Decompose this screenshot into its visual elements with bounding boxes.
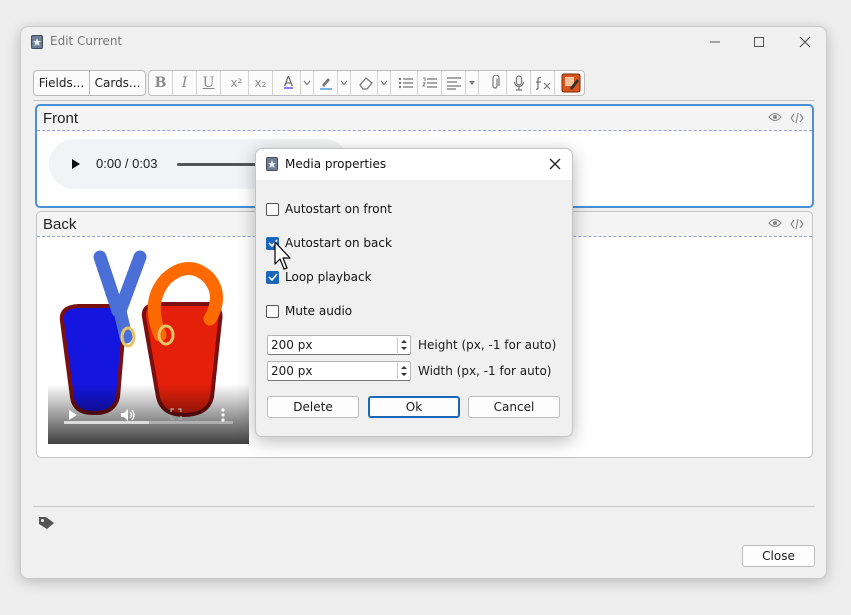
eye-icon[interactable] (768, 218, 782, 228)
mute-audio-option[interactable]: Mute audio (266, 303, 352, 319)
delete-button[interactable]: Delete (267, 396, 359, 418)
back-field-tools (768, 218, 804, 230)
mouse-pointer-icon (274, 241, 291, 270)
spin-arrows-icon (401, 366, 407, 376)
anki-app-icon (266, 157, 278, 171)
close-icon (799, 36, 811, 48)
play-icon[interactable] (68, 409, 78, 421)
checkmark-icon (267, 273, 278, 281)
microphone-icon (513, 75, 524, 91)
tag-icon[interactable] (38, 516, 55, 530)
cards-button[interactable]: Cards... (89, 70, 146, 96)
audio-time: 0:00 / 0:03 (96, 156, 158, 171)
video-player[interactable] (48, 249, 249, 444)
highlight-button[interactable] (314, 71, 338, 95)
formatting-group: B I U x² x₂ A (148, 70, 585, 96)
eraser-icon (358, 77, 373, 90)
title-bar: Edit Current (21, 27, 826, 57)
eraser-button[interactable] (354, 71, 378, 95)
code-icon[interactable] (790, 218, 804, 230)
video-controls (48, 384, 249, 444)
width-label: Width (px, -1 for auto) (418, 364, 552, 378)
loop-playback-option[interactable]: Loop playback (266, 269, 372, 285)
align-dropdown[interactable] (466, 71, 479, 95)
media-properties-dialog: Media properties Autostart on front Auto… (255, 148, 573, 437)
height-spinbox[interactable]: 200 px (267, 335, 411, 355)
dialog-title-bar: Media properties (256, 149, 572, 180)
align-left-icon (446, 77, 461, 90)
autostart-back-label: Autostart on back (285, 236, 392, 250)
subscript-button[interactable]: x₂ (249, 71, 273, 95)
attach-button[interactable] (483, 71, 507, 95)
minimize-button[interactable] (695, 30, 735, 54)
video-progress-fill (64, 421, 149, 424)
record-audio-button[interactable] (507, 71, 531, 95)
highlight-dropdown[interactable] (338, 71, 351, 95)
autostart-front-label: Autostart on front (285, 202, 392, 216)
font-color-dropdown[interactable] (301, 71, 314, 95)
math-button[interactable] (531, 71, 555, 95)
editor-toolbar: Fields... Cards... B I U x² x₂ A (33, 70, 813, 96)
underline-button[interactable]: U (197, 71, 221, 95)
highlighter-icon (319, 78, 332, 90)
function-icon (535, 76, 550, 90)
ordered-list-button[interactable] (418, 71, 442, 95)
chevron-down-icon (303, 80, 311, 86)
width-value: 200 px (271, 364, 313, 378)
cancel-button[interactable]: Cancel (468, 396, 560, 418)
tags-divider (33, 506, 815, 507)
code-icon[interactable] (790, 112, 804, 124)
maximize-button[interactable] (739, 30, 779, 54)
fullscreen-icon[interactable] (170, 408, 182, 420)
window-close-button[interactable] (785, 30, 825, 54)
image-occlusion-button[interactable] (557, 71, 585, 95)
video-progress-track[interactable] (64, 421, 233, 424)
dialog-title: Media properties (285, 157, 387, 171)
front-field-tools (768, 112, 804, 124)
ok-button[interactable]: Ok (368, 396, 460, 418)
paperclip-icon (491, 75, 500, 89)
close-button[interactable]: Close (742, 545, 815, 567)
numbered-list-icon (421, 77, 437, 88)
align-button[interactable] (442, 71, 466, 95)
superscript-button[interactable]: x² (225, 71, 249, 95)
autostart-front-option[interactable]: Autostart on front (266, 201, 392, 217)
spin-arrows-icon (401, 340, 407, 350)
font-color-letter: A (284, 75, 293, 90)
close-icon[interactable] (546, 155, 564, 173)
mute-audio-label: Mute audio (285, 304, 353, 318)
italic-button[interactable]: I (173, 71, 197, 95)
font-color-button[interactable]: A (277, 71, 301, 95)
volume-icon[interactable] (120, 408, 136, 422)
chevron-down-icon (380, 80, 388, 86)
anki-app-icon (31, 35, 43, 49)
play-icon[interactable] (71, 158, 81, 170)
triangle-down-icon (469, 81, 475, 85)
height-value: 200 px (271, 338, 313, 352)
mute-audio-checkbox[interactable] (266, 304, 279, 318)
maximize-icon (754, 37, 764, 47)
more-options-icon[interactable] (221, 408, 225, 422)
image-edit-icon (561, 73, 581, 93)
width-stepper[interactable] (397, 363, 409, 379)
minimize-icon (710, 41, 720, 43)
height-label: Height (px, -1 for auto) (418, 338, 557, 352)
toolbar-divider (33, 100, 815, 101)
front-field-label: Front (43, 110, 79, 127)
bullet-list-icon (398, 77, 413, 89)
width-spinbox[interactable]: 200 px (267, 361, 411, 381)
bold-button[interactable]: B (149, 71, 173, 95)
loop-playback-checkbox[interactable] (266, 270, 279, 284)
eye-icon[interactable] (768, 112, 782, 122)
window-title: Edit Current (50, 34, 123, 48)
unordered-list-button[interactable] (394, 71, 418, 95)
loop-playback-label: Loop playback (285, 270, 372, 284)
height-stepper[interactable] (397, 337, 409, 353)
fields-button[interactable]: Fields... (33, 70, 90, 96)
eraser-dropdown[interactable] (378, 71, 391, 95)
chevron-down-icon (340, 80, 348, 86)
autostart-front-checkbox[interactable] (266, 202, 279, 216)
back-field-label: Back (43, 216, 77, 233)
